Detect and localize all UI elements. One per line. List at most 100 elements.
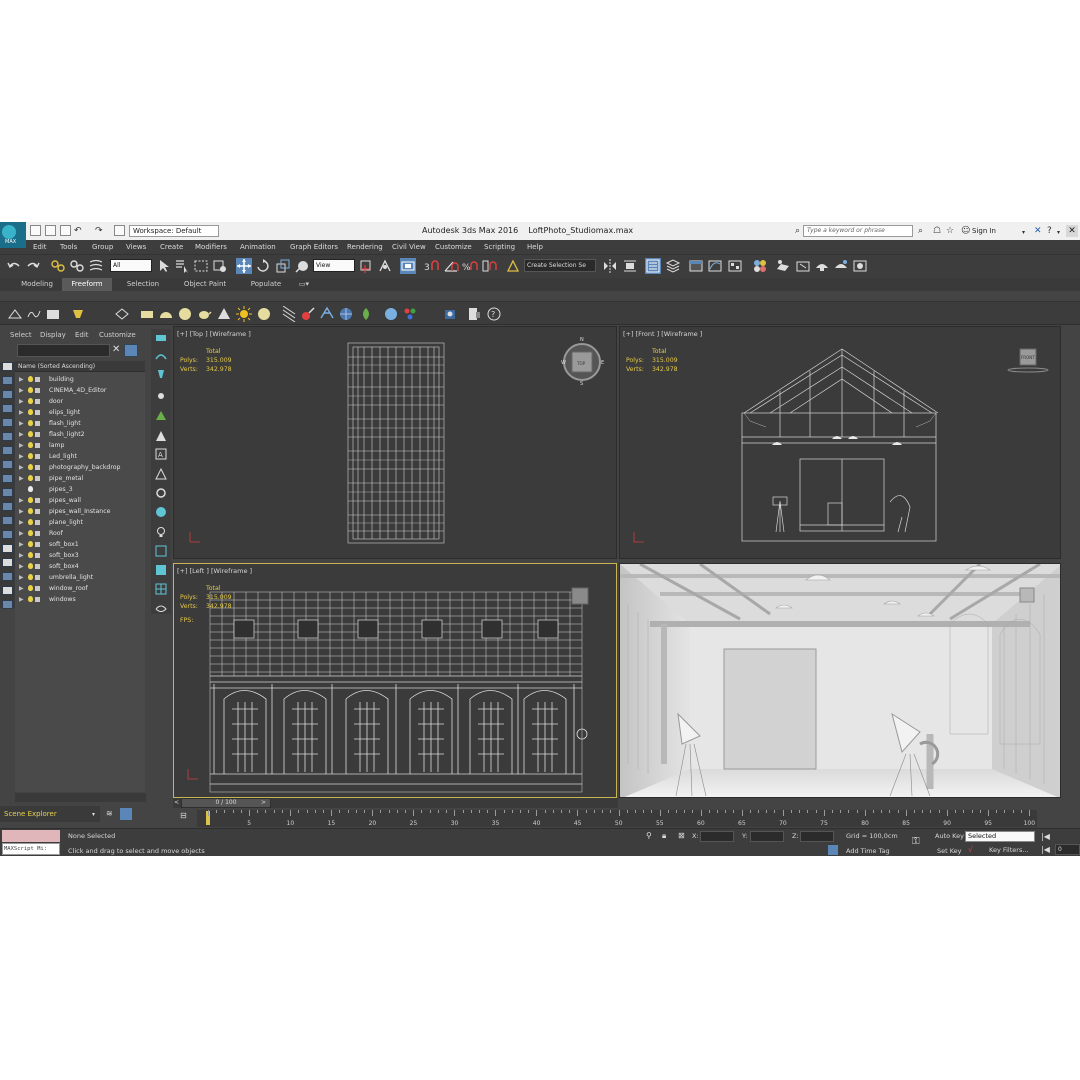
binoculars-icon[interactable]: ⌕ bbox=[918, 226, 923, 236]
previous-frame-icon[interactable]: |◀ bbox=[1041, 845, 1050, 854]
unlink-icon[interactable] bbox=[69, 258, 85, 274]
list-item[interactable]: ▶ pipes_wall_Instance bbox=[15, 506, 145, 517]
expand-arrow-icon[interactable]: ▶ bbox=[19, 440, 24, 451]
particle-view-icon[interactable] bbox=[402, 306, 418, 322]
timeline-track-bar[interactable]: 5 10 15 20 25 30 35 40 45 50 55 60 65 70 75 80 85 90 95 100 bbox=[197, 810, 1037, 827]
viewcube-top-label[interactable]: TOP bbox=[576, 361, 586, 366]
light-bulb-icon[interactable] bbox=[28, 541, 33, 547]
viewport-top[interactable]: [+] [Top ] [Wireframe ] Total Polys: 315.… bbox=[173, 326, 617, 559]
list-item[interactable]: ▶ photography_backdrop bbox=[15, 462, 145, 473]
strip-button[interactable] bbox=[2, 544, 13, 553]
maxscript-listener-input[interactable] bbox=[2, 830, 60, 842]
sign-in-button[interactable]: Sign In bbox=[972, 227, 996, 235]
rendered-frame-window-icon[interactable] bbox=[795, 258, 811, 274]
pyramid-icon[interactable] bbox=[155, 468, 167, 480]
strip-button[interactable] bbox=[2, 404, 13, 413]
sphere-icon[interactable] bbox=[177, 306, 193, 322]
workspace-dropdown[interactable]: Workspace: Default bbox=[129, 225, 219, 237]
list-item[interactable]: ▶ soft_box3 bbox=[15, 550, 145, 561]
menu-graph-editors[interactable]: Graph Editors bbox=[290, 243, 338, 251]
menu-rendering[interactable]: Rendering bbox=[347, 243, 383, 251]
select-and-scale-icon[interactable] bbox=[275, 258, 291, 274]
font-icon[interactable]: A bbox=[155, 448, 167, 460]
create-particles-icon[interactable] bbox=[114, 306, 130, 322]
menu-help[interactable]: Help bbox=[527, 243, 543, 251]
strip-button[interactable] bbox=[2, 572, 13, 581]
create-shape-icon[interactable] bbox=[155, 350, 167, 362]
light-bulb-icon[interactable] bbox=[28, 376, 33, 382]
space-warp-icon[interactable] bbox=[281, 305, 297, 323]
toggle-ribbon-icon[interactable] bbox=[688, 258, 704, 274]
undo-button[interactable] bbox=[6, 258, 22, 274]
list-item[interactable]: ▶ soft_box1 bbox=[15, 539, 145, 550]
x-coordinate-field[interactable] bbox=[700, 831, 734, 842]
set-key-button[interactable]: Set Key bbox=[937, 847, 962, 855]
cone-icon[interactable] bbox=[216, 306, 232, 322]
panel-icon[interactable] bbox=[155, 545, 167, 557]
create-light-icon[interactable] bbox=[155, 368, 167, 380]
z-coordinate-field[interactable] bbox=[800, 831, 834, 842]
tab-populate[interactable]: Populate bbox=[242, 278, 290, 291]
maxscript-mini-listener[interactable]: MAXScript Mi: bbox=[2, 843, 60, 855]
utilities-icon[interactable] bbox=[155, 602, 167, 614]
rotate-icon[interactable] bbox=[155, 487, 167, 499]
scene-explorer-search-input[interactable] bbox=[17, 344, 110, 357]
cone-icon[interactable] bbox=[155, 430, 167, 442]
add-time-tag-button[interactable]: Add Time Tag bbox=[846, 847, 890, 855]
tree-icon[interactable] bbox=[155, 410, 167, 422]
spinner-snap-icon[interactable] bbox=[481, 258, 497, 274]
create-geometry-icon[interactable] bbox=[7, 306, 23, 322]
teapot-icon[interactable] bbox=[196, 306, 212, 322]
pivot-center-icon[interactable] bbox=[358, 258, 374, 274]
light-bulb-icon[interactable] bbox=[28, 442, 33, 448]
viewport-label[interactable]: [+] [Left ] [Wireframe ] bbox=[177, 567, 252, 575]
snaps-toggle-icon[interactable]: 3 bbox=[424, 258, 440, 274]
expand-arrow-icon[interactable]: ▶ bbox=[19, 462, 24, 473]
list-item[interactable]: ▶ flash_light bbox=[15, 418, 145, 429]
go-to-start-icon[interactable]: |◀ bbox=[1041, 832, 1050, 841]
viewport-perspective[interactable] bbox=[619, 563, 1061, 798]
named-selection-sets-dropdown[interactable]: Create Selection Se bbox=[524, 259, 596, 272]
list-scroll-area[interactable] bbox=[15, 793, 146, 802]
light-bulb-icon[interactable] bbox=[28, 409, 33, 415]
tab-freeform[interactable]: Freeform bbox=[62, 278, 112, 291]
render-in-cloud-icon[interactable] bbox=[833, 258, 849, 274]
slider-left-arrow-icon[interactable]: < bbox=[174, 798, 179, 807]
light-bulb-icon[interactable] bbox=[28, 552, 33, 558]
slider-right-arrow-icon[interactable]: > bbox=[261, 798, 266, 807]
list-item[interactable]: ▶ window_roof bbox=[15, 583, 145, 594]
expand-arrow-icon[interactable]: ▶ bbox=[19, 396, 24, 407]
app-logo-button[interactable]: MAX bbox=[0, 222, 26, 248]
list-item[interactable]: ▶ Roof bbox=[15, 528, 145, 539]
time-slider-track[interactable]: < 0 / 100 > bbox=[173, 798, 618, 808]
project-folder-icon[interactable] bbox=[114, 225, 125, 236]
expand-arrow-icon[interactable]: ▶ bbox=[19, 473, 24, 484]
track-view-icon[interactable]: ⊟ bbox=[180, 811, 192, 823]
auto-key-button[interactable]: Auto Key bbox=[935, 832, 964, 840]
help-icon[interactable]: ? bbox=[1047, 226, 1052, 236]
freeform-help-icon[interactable]: ? bbox=[486, 306, 502, 322]
isolate-selection-icon[interactable]: ⚲ bbox=[646, 831, 652, 840]
list-item[interactable]: ▶ umbrella_light bbox=[15, 572, 145, 583]
bulb-icon[interactable] bbox=[155, 526, 167, 538]
scene-explorer-title[interactable]: Scene Explorer bbox=[0, 806, 100, 822]
close-window-button[interactable]: ✕ bbox=[1066, 225, 1078, 237]
expand-arrow-icon[interactable]: ▶ bbox=[19, 385, 24, 396]
half-sphere-icon[interactable] bbox=[158, 306, 174, 322]
select-and-manipulate-icon[interactable] bbox=[377, 258, 393, 274]
sun-icon[interactable] bbox=[155, 390, 167, 402]
y-coordinate-field[interactable] bbox=[750, 831, 784, 842]
exchange-icon[interactable]: ✕ bbox=[1034, 226, 1042, 236]
menu-scripting[interactable]: Scripting bbox=[484, 243, 515, 251]
render-setup-icon[interactable] bbox=[775, 258, 791, 274]
expand-arrow-icon[interactable]: ▶ bbox=[19, 583, 24, 594]
light-bulb-icon[interactable] bbox=[28, 519, 33, 525]
create-camera-icon[interactable] bbox=[45, 306, 61, 322]
strip-button[interactable] bbox=[2, 488, 13, 497]
toggle-layer-explorer-icon[interactable] bbox=[665, 258, 681, 274]
menu-animation[interactable]: Animation bbox=[240, 243, 276, 251]
select-and-move-icon[interactable] bbox=[236, 258, 252, 274]
light-bulb-icon[interactable] bbox=[28, 453, 33, 459]
tab-object-paint[interactable]: Object Paint bbox=[176, 278, 234, 291]
light-bulb-icon[interactable] bbox=[28, 464, 33, 470]
